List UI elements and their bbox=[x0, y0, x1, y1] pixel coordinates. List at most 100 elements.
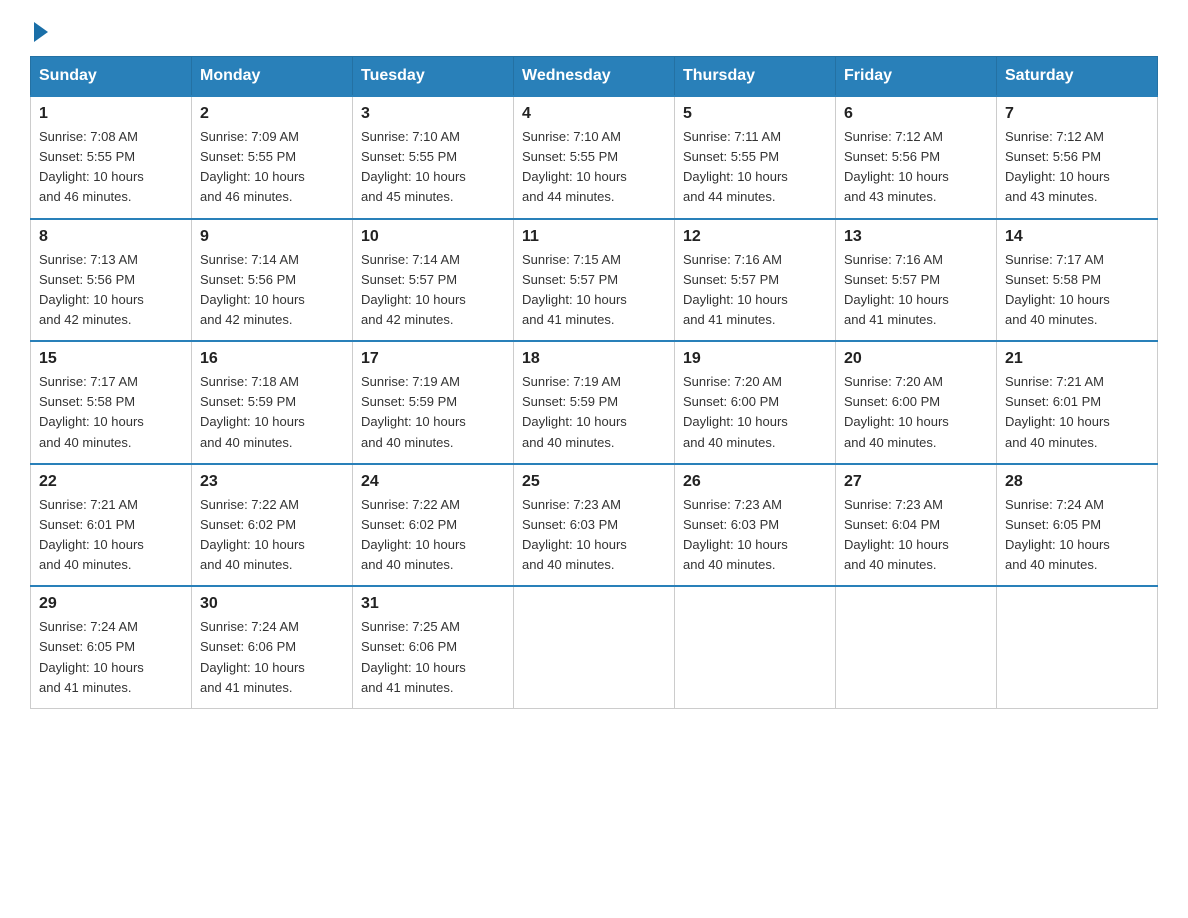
calendar-day-cell: 2 Sunrise: 7:09 AMSunset: 5:55 PMDaylight… bbox=[192, 96, 353, 219]
day-number: 20 bbox=[844, 350, 988, 368]
day-info: Sunrise: 7:24 AMSunset: 6:05 PMDaylight:… bbox=[39, 617, 183, 698]
day-number: 22 bbox=[39, 473, 183, 491]
calendar-day-cell: 12 Sunrise: 7:16 AMSunset: 5:57 PMDayligh… bbox=[675, 219, 836, 342]
day-info: Sunrise: 7:12 AMSunset: 5:56 PMDaylight:… bbox=[1005, 127, 1149, 208]
page-header bbox=[30, 20, 1158, 38]
day-info: Sunrise: 7:16 AMSunset: 5:57 PMDaylight:… bbox=[683, 250, 827, 331]
day-info: Sunrise: 7:20 AMSunset: 6:00 PMDaylight:… bbox=[683, 372, 827, 453]
calendar-week-row: 1 Sunrise: 7:08 AMSunset: 5:55 PMDaylight… bbox=[31, 96, 1158, 219]
day-info: Sunrise: 7:21 AMSunset: 6:01 PMDaylight:… bbox=[39, 495, 183, 576]
calendar-day-cell: 17 Sunrise: 7:19 AMSunset: 5:59 PMDayligh… bbox=[353, 341, 514, 464]
day-info: Sunrise: 7:25 AMSunset: 6:06 PMDaylight:… bbox=[361, 617, 505, 698]
day-number: 16 bbox=[200, 350, 344, 368]
day-info: Sunrise: 7:17 AMSunset: 5:58 PMDaylight:… bbox=[39, 372, 183, 453]
calendar-day-cell: 28 Sunrise: 7:24 AMSunset: 6:05 PMDayligh… bbox=[997, 464, 1158, 587]
day-number: 24 bbox=[361, 473, 505, 491]
calendar-day-cell: 6 Sunrise: 7:12 AMSunset: 5:56 PMDaylight… bbox=[836, 96, 997, 219]
calendar-day-cell: 18 Sunrise: 7:19 AMSunset: 5:59 PMDayligh… bbox=[514, 341, 675, 464]
calendar-day-cell: 15Sunrise: 7:17 AMSunset: 5:58 PMDayligh… bbox=[31, 341, 192, 464]
day-number: 19 bbox=[683, 350, 827, 368]
day-number: 14 bbox=[1005, 228, 1149, 246]
day-number: 7 bbox=[1005, 105, 1149, 123]
weekday-header-sunday: Sunday bbox=[31, 57, 192, 97]
calendar-day-cell: 7 Sunrise: 7:12 AMSunset: 5:56 PMDaylight… bbox=[997, 96, 1158, 219]
weekday-header-row: SundayMondayTuesdayWednesdayThursdayFrid… bbox=[31, 57, 1158, 97]
day-info: Sunrise: 7:19 AMSunset: 5:59 PMDaylight:… bbox=[522, 372, 666, 453]
calendar-day-cell: 1 Sunrise: 7:08 AMSunset: 5:55 PMDaylight… bbox=[31, 96, 192, 219]
calendar-day-cell: 27Sunrise: 7:23 AMSunset: 6:04 PMDayligh… bbox=[836, 464, 997, 587]
day-number: 9 bbox=[200, 228, 344, 246]
day-info: Sunrise: 7:14 AMSunset: 5:56 PMDaylight:… bbox=[200, 250, 344, 331]
day-number: 5 bbox=[683, 105, 827, 123]
day-info: Sunrise: 7:23 AMSunset: 6:03 PMDaylight:… bbox=[522, 495, 666, 576]
day-number: 27 bbox=[844, 473, 988, 491]
day-number: 28 bbox=[1005, 473, 1149, 491]
day-number: 12 bbox=[683, 228, 827, 246]
day-number: 21 bbox=[1005, 350, 1149, 368]
calendar-day-cell: 19 Sunrise: 7:20 AMSunset: 6:00 PMDayligh… bbox=[675, 341, 836, 464]
calendar-day-cell: 10 Sunrise: 7:14 AMSunset: 5:57 PMDayligh… bbox=[353, 219, 514, 342]
calendar-day-cell: 29 Sunrise: 7:24 AMSunset: 6:05 PMDayligh… bbox=[31, 586, 192, 708]
weekday-header-tuesday: Tuesday bbox=[353, 57, 514, 97]
day-info: Sunrise: 7:24 AMSunset: 6:06 PMDaylight:… bbox=[200, 617, 344, 698]
day-number: 23 bbox=[200, 473, 344, 491]
day-info: Sunrise: 7:08 AMSunset: 5:55 PMDaylight:… bbox=[39, 127, 183, 208]
calendar-day-cell: 25 Sunrise: 7:23 AMSunset: 6:03 PMDayligh… bbox=[514, 464, 675, 587]
weekday-header-friday: Friday bbox=[836, 57, 997, 97]
day-number: 26 bbox=[683, 473, 827, 491]
day-number: 31 bbox=[361, 595, 505, 613]
day-number: 10 bbox=[361, 228, 505, 246]
calendar-day-cell: 23Sunrise: 7:22 AMSunset: 6:02 PMDayligh… bbox=[192, 464, 353, 587]
calendar-day-cell: 9 Sunrise: 7:14 AMSunset: 5:56 PMDaylight… bbox=[192, 219, 353, 342]
day-info: Sunrise: 7:10 AMSunset: 5:55 PMDaylight:… bbox=[361, 127, 505, 208]
day-info: Sunrise: 7:18 AMSunset: 5:59 PMDaylight:… bbox=[200, 372, 344, 453]
calendar-day-cell: 24 Sunrise: 7:22 AMSunset: 6:02 PMDayligh… bbox=[353, 464, 514, 587]
calendar-day-cell bbox=[997, 586, 1158, 708]
day-number: 13 bbox=[844, 228, 988, 246]
day-number: 3 bbox=[361, 105, 505, 123]
calendar-day-cell: 13 Sunrise: 7:16 AMSunset: 5:57 PMDayligh… bbox=[836, 219, 997, 342]
calendar-day-cell: 31 Sunrise: 7:25 AMSunset: 6:06 PMDayligh… bbox=[353, 586, 514, 708]
calendar-day-cell: 26 Sunrise: 7:23 AMSunset: 6:03 PMDayligh… bbox=[675, 464, 836, 587]
day-info: Sunrise: 7:09 AMSunset: 5:55 PMDaylight:… bbox=[200, 127, 344, 208]
weekday-header-thursday: Thursday bbox=[675, 57, 836, 97]
day-number: 6 bbox=[844, 105, 988, 123]
day-info: Sunrise: 7:14 AMSunset: 5:57 PMDaylight:… bbox=[361, 250, 505, 331]
day-number: 8 bbox=[39, 228, 183, 246]
day-number: 11 bbox=[522, 228, 666, 246]
calendar-day-cell bbox=[675, 586, 836, 708]
calendar-day-cell: 11 Sunrise: 7:15 AMSunset: 5:57 PMDayligh… bbox=[514, 219, 675, 342]
day-info: Sunrise: 7:13 AMSunset: 5:56 PMDaylight:… bbox=[39, 250, 183, 331]
day-number: 1 bbox=[39, 105, 183, 123]
day-number: 17 bbox=[361, 350, 505, 368]
day-number: 25 bbox=[522, 473, 666, 491]
day-info: Sunrise: 7:15 AMSunset: 5:57 PMDaylight:… bbox=[522, 250, 666, 331]
calendar-day-cell: 3 Sunrise: 7:10 AMSunset: 5:55 PMDaylight… bbox=[353, 96, 514, 219]
day-number: 29 bbox=[39, 595, 183, 613]
day-info: Sunrise: 7:12 AMSunset: 5:56 PMDaylight:… bbox=[844, 127, 988, 208]
logo-triangle-icon bbox=[34, 22, 48, 42]
logo bbox=[30, 20, 48, 38]
day-number: 30 bbox=[200, 595, 344, 613]
calendar-day-cell: 21Sunrise: 7:21 AMSunset: 6:01 PMDayligh… bbox=[997, 341, 1158, 464]
calendar-day-cell: 4Sunrise: 7:10 AMSunset: 5:55 PMDaylight… bbox=[514, 96, 675, 219]
calendar-day-cell: 5 Sunrise: 7:11 AMSunset: 5:55 PMDaylight… bbox=[675, 96, 836, 219]
day-info: Sunrise: 7:16 AMSunset: 5:57 PMDaylight:… bbox=[844, 250, 988, 331]
day-info: Sunrise: 7:17 AMSunset: 5:58 PMDaylight:… bbox=[1005, 250, 1149, 331]
day-info: Sunrise: 7:24 AMSunset: 6:05 PMDaylight:… bbox=[1005, 495, 1149, 576]
day-number: 18 bbox=[522, 350, 666, 368]
day-info: Sunrise: 7:22 AMSunset: 6:02 PMDaylight:… bbox=[361, 495, 505, 576]
day-info: Sunrise: 7:19 AMSunset: 5:59 PMDaylight:… bbox=[361, 372, 505, 453]
weekday-header-monday: Monday bbox=[192, 57, 353, 97]
calendar-week-row: 8 Sunrise: 7:13 AMSunset: 5:56 PMDaylight… bbox=[31, 219, 1158, 342]
day-info: Sunrise: 7:20 AMSunset: 6:00 PMDaylight:… bbox=[844, 372, 988, 453]
calendar-day-cell bbox=[836, 586, 997, 708]
calendar-week-row: 15Sunrise: 7:17 AMSunset: 5:58 PMDayligh… bbox=[31, 341, 1158, 464]
day-number: 2 bbox=[200, 105, 344, 123]
calendar-table: SundayMondayTuesdayWednesdayThursdayFrid… bbox=[30, 56, 1158, 709]
day-info: Sunrise: 7:11 AMSunset: 5:55 PMDaylight:… bbox=[683, 127, 827, 208]
calendar-day-cell: 14 Sunrise: 7:17 AMSunset: 5:58 PMDayligh… bbox=[997, 219, 1158, 342]
weekday-header-saturday: Saturday bbox=[997, 57, 1158, 97]
calendar-day-cell: 16 Sunrise: 7:18 AMSunset: 5:59 PMDayligh… bbox=[192, 341, 353, 464]
day-info: Sunrise: 7:23 AMSunset: 6:03 PMDaylight:… bbox=[683, 495, 827, 576]
